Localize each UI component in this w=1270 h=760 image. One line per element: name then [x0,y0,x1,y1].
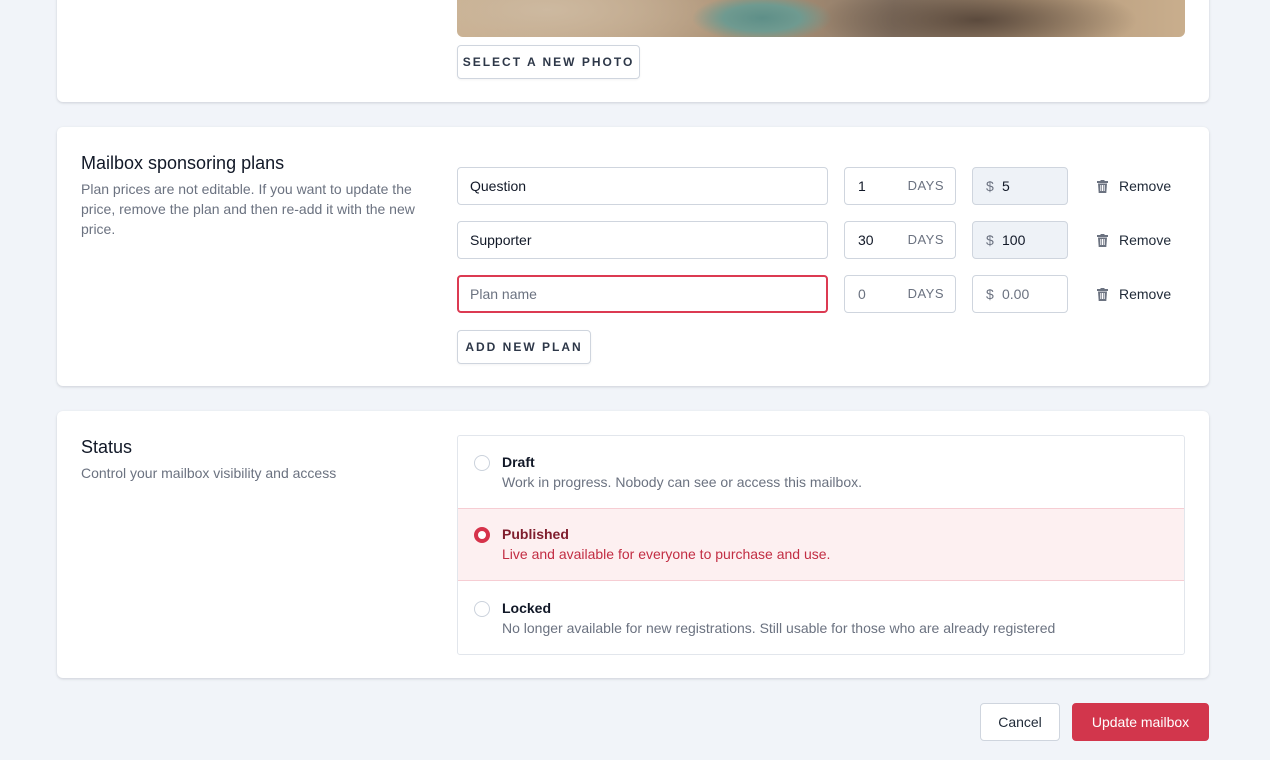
plan-name-value: Supporter [470,232,532,248]
remove-label: Remove [1119,286,1172,302]
plan-name-placeholder: Plan name [470,286,537,302]
plan-days-placeholder: 0 [858,286,866,302]
sponsoring-plans-card: Mailbox sponsoring plans Plan prices are… [57,127,1209,386]
new-plan-row: Plan name 0 DAYS $ 0.00 Remove [457,275,1185,313]
plans-section-description: Plan prices are not editable. If you wan… [81,181,415,237]
status-option-description: No longer available for new registration… [502,620,1056,636]
plan-name-input[interactable]: Question [457,167,828,205]
status-option-title: Locked [502,600,552,616]
status-radio-group: Draft Work in progress. Nobody can see o… [457,435,1185,655]
plan-price-value: 100 [1002,232,1026,248]
status-option-draft[interactable]: Draft Work in progress. Nobody can see o… [458,436,1184,509]
cancel-button[interactable]: Cancel [980,703,1060,741]
plan-price-value: 5 [1002,178,1010,194]
plan-days-value: 1 [858,178,866,194]
plan-days-input[interactable]: 1 DAYS [844,167,956,205]
radio-button[interactable] [474,527,490,543]
photo-card: SELECT A NEW PHOTO [57,0,1209,102]
currency-symbol: $ [986,178,994,194]
status-option-title: Published [502,526,569,542]
radio-button[interactable] [474,455,490,471]
plan-price-input: $ 100 [972,221,1068,259]
plans-section-title: Mailbox sponsoring plans [81,153,285,173]
status-option-locked[interactable]: Locked No longer available for new regis… [458,582,1184,654]
plan-row: Supporter 30 DAYS $ 100 Remove [457,221,1185,259]
mailbox-photo [457,0,1185,37]
days-unit-label: DAYS [907,286,944,301]
status-section-title: Status [81,437,133,457]
remove-plan-button[interactable]: Remove [1095,221,1185,259]
new-plan-price-input[interactable]: $ 0.00 [972,275,1068,313]
days-unit-label: DAYS [907,232,944,247]
plan-name-input[interactable]: Supporter [457,221,828,259]
trash-icon [1097,234,1108,247]
status-card: Status Control your mailbox visibility a… [57,411,1209,678]
currency-symbol: $ [986,286,994,302]
new-plan-name-input[interactable]: Plan name [457,275,828,313]
select-new-photo-button[interactable]: SELECT A NEW PHOTO [457,45,640,79]
update-mailbox-button[interactable]: Update mailbox [1072,703,1209,741]
remove-label: Remove [1119,178,1172,194]
plan-days-value: 30 [858,232,874,248]
radio-button[interactable] [474,601,490,617]
status-option-published[interactable]: Published Live and available for everyon… [458,508,1184,581]
remove-plan-button[interactable]: Remove [1095,167,1185,205]
status-option-description: Work in progress. Nobody can see or acce… [502,474,863,490]
days-unit-label: DAYS [907,178,944,193]
remove-plan-button[interactable]: Remove [1095,275,1185,313]
plan-row: Question 1 DAYS $ 5 Remove [457,167,1185,205]
trash-icon [1097,180,1108,193]
remove-label: Remove [1119,232,1172,248]
new-plan-days-input[interactable]: 0 DAYS [844,275,956,313]
trash-icon [1097,288,1108,301]
plan-name-value: Question [470,178,527,194]
plan-days-input[interactable]: 30 DAYS [844,221,956,259]
add-new-plan-button[interactable]: ADD NEW PLAN [457,330,591,364]
status-section-description: Control your mailbox visibility and acce… [81,465,337,481]
plan-price-placeholder: 0.00 [1002,286,1030,302]
status-option-description: Live and available for everyone to purch… [502,546,831,562]
currency-symbol: $ [986,232,994,248]
plan-price-input: $ 5 [972,167,1068,205]
status-option-title: Draft [502,454,535,470]
